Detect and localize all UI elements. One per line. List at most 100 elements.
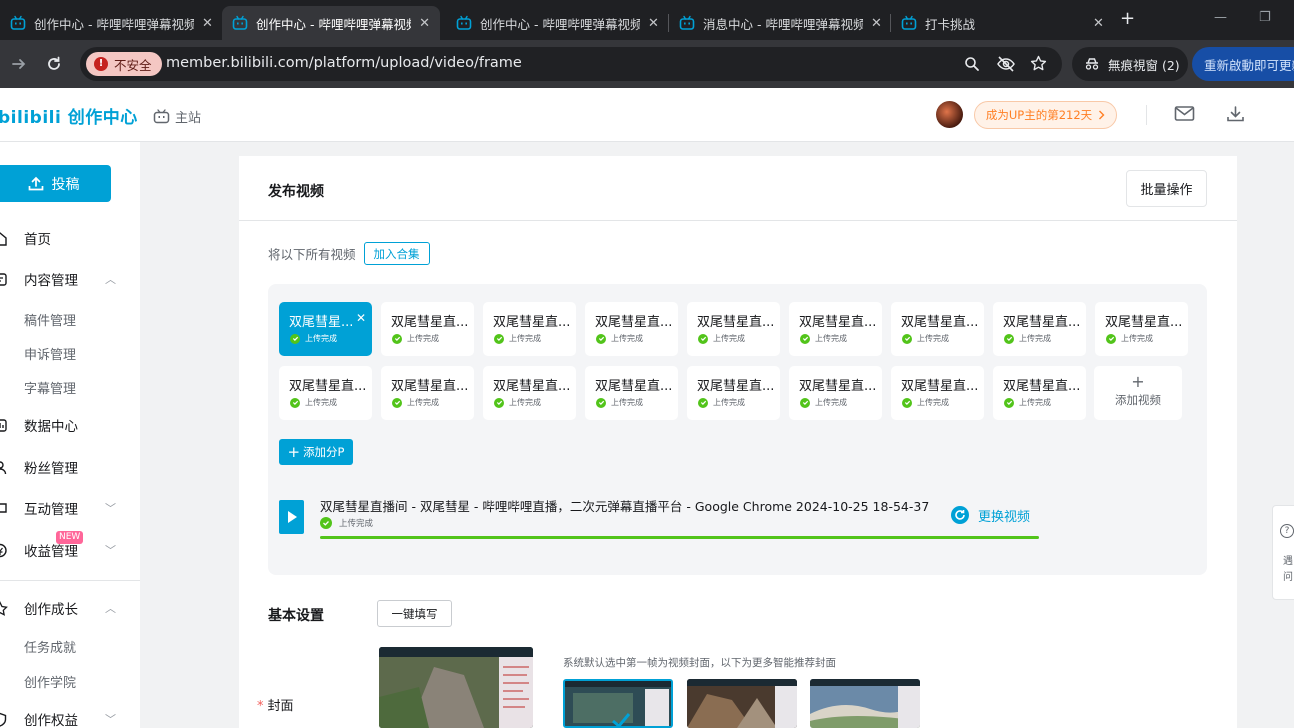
forward-icon[interactable] [10, 55, 28, 73]
cover-option-1[interactable] [563, 679, 673, 728]
minimize-icon[interactable]: — [1214, 10, 1227, 25]
browser-tab-2[interactable]: 创作中心 - 哔哩哔哩弹幕视频网 ✕ [222, 6, 440, 40]
cover-label-text: 封面 [267, 699, 294, 714]
download-icon[interactable] [1226, 105, 1245, 123]
close-tab-icon[interactable]: ✕ [1093, 16, 1104, 31]
security-label: 不安全 [114, 57, 152, 73]
upload-zone: 双尾彗星... 上传完成 ✕ 双尾彗星直... 上传完成 双尾彗星直... 上传完成 双尾彗星… [268, 284, 1207, 575]
sidebar-item-rights[interactable]: 创作权益 ﹀ [0, 709, 140, 728]
sidebar-item-interaction[interactable]: 互动管理 ﹀ [0, 498, 140, 518]
relaunch-update-button[interactable]: 重新啟動即可更新 [1192, 47, 1294, 81]
video-part-card[interactable]: 双尾彗星直... 上传完成 [687, 366, 780, 420]
zoom-search-icon[interactable] [964, 56, 980, 72]
replace-video-button[interactable]: 更换视频 [950, 505, 1030, 525]
sidebar-item-subtitles[interactable]: 字幕管理 [0, 377, 140, 397]
add-to-collection-button[interactable]: 加入合集 [363, 242, 430, 265]
sidebar-item-income[interactable]: 收益管理 NEW ﹀ [0, 531, 140, 560]
video-part-status: 上传完成 [290, 333, 337, 344]
video-part-card[interactable]: 双尾彗星直... 上传完成 [993, 302, 1086, 356]
browser-tab-3[interactable]: 创作中心 - 哔哩哔哩弹幕视频网 ✕ [446, 6, 669, 40]
post-button-label: 投稿 [51, 176, 80, 193]
video-part-status-label: 上传完成 [815, 334, 847, 343]
video-part-status-label: 上传完成 [509, 398, 541, 407]
header-divider [1146, 105, 1147, 125]
cover-option-2[interactable] [687, 679, 797, 728]
sidebar-item-label: 数据中心 [24, 419, 78, 435]
chevron-right-icon [1098, 110, 1105, 120]
sidebar-item-appeals[interactable]: 申诉管理 [0, 343, 140, 363]
cover-preview[interactable] [379, 647, 533, 728]
video-part-card[interactable]: 双尾彗星直... 上传完成 [891, 302, 984, 356]
check-circle-icon [698, 333, 708, 344]
close-tab-icon[interactable]: ✕ [871, 16, 882, 31]
video-part-card[interactable]: 双尾彗星直... 上传完成 [585, 366, 678, 420]
basic-settings-title: 基本设置 [268, 608, 324, 624]
video-part-card[interactable]: 双尾彗星直... 上传完成 [891, 366, 984, 420]
mail-icon[interactable] [1174, 105, 1195, 122]
feedback-side-tab[interactable]: ? 遇 问 [1272, 505, 1294, 600]
sidebar-item-growth[interactable]: 创作成长 ︿ [0, 598, 140, 618]
add-video-button[interactable]: + 添加视频 [1094, 366, 1182, 420]
sidebar-item-academy[interactable]: 创作学院 [0, 671, 140, 691]
incognito-chip[interactable]: 無痕視窗 (2) [1072, 47, 1188, 81]
sidebar-item-fans[interactable]: 粉丝管理 [0, 457, 140, 477]
sidebar-item-manuscripts[interactable]: 稿件管理 [0, 309, 140, 329]
sidebar-item-data[interactable]: 数据中心 [0, 415, 140, 435]
video-part-title: 双尾彗星... [289, 315, 353, 330]
url-text[interactable]: member.bilibili.com/platform/upload/vide… [166, 55, 522, 71]
video-part-card[interactable]: 双尾彗星直... 上传完成 [585, 302, 678, 356]
close-tab-icon[interactable]: ✕ [202, 16, 213, 31]
quick-fill-button[interactable]: 一键填写 [377, 600, 452, 627]
restore-icon[interactable]: ❐ [1259, 10, 1271, 25]
publish-video-card: 发布视频 批量操作 将以下所有视频 加入合集 双尾彗星... 上传完成 ✕ 双尾彗星直… [239, 156, 1237, 728]
sidebar-item-tasks[interactable]: 任务成就 [0, 636, 140, 656]
video-part-card[interactable]: 双尾彗星直... 上传完成 [789, 302, 882, 356]
video-part-title: 双尾彗星直... [595, 379, 673, 394]
cover-option-3[interactable] [810, 679, 920, 728]
video-part-card[interactable]: 双尾彗星直... 上传完成 [483, 302, 576, 356]
video-part-status: 上传完成 [698, 397, 745, 408]
close-tab-icon[interactable]: ✕ [648, 16, 659, 31]
sidebar-item-content[interactable]: 内容管理 ︿ [0, 269, 140, 289]
browser-tab-5[interactable]: 打卡挑战 ✕ [891, 6, 1114, 40]
video-part-title: 双尾彗星直... [391, 379, 469, 394]
bookmark-star-icon[interactable] [1030, 55, 1047, 72]
bilibili-tab-icon [232, 15, 248, 31]
browser-tab-4[interactable]: 消息中心 - 哔哩哔哩弹幕视频网 ✕ [669, 6, 892, 40]
post-button[interactable]: 投稿 [0, 165, 111, 202]
video-part-card[interactable]: 双尾彗星直... 上传完成 [1095, 302, 1188, 356]
video-part-status-label: 上传完成 [611, 398, 643, 407]
sidebar-item-home[interactable]: 首页 [0, 228, 140, 248]
video-part-card[interactable]: 双尾彗星直... 上传完成 [993, 366, 1086, 420]
data-icon [0, 418, 8, 433]
refresh-icon [950, 505, 970, 525]
reload-icon[interactable] [45, 55, 63, 73]
close-tab-icon[interactable]: ✕ [419, 16, 430, 31]
video-part-card[interactable]: 双尾彗星直... 上传完成 [687, 302, 780, 356]
avatar[interactable] [936, 101, 963, 128]
new-tab-icon[interactable]: + [1120, 8, 1135, 29]
check-circle-icon [290, 333, 300, 344]
video-part-card[interactable]: 双尾彗星直... 上传完成 [483, 366, 576, 420]
batch-operation-button[interactable]: 批量操作 [1126, 170, 1207, 207]
bilibili-logo[interactable]: bilibili 创作中心 [0, 103, 138, 128]
video-part-card[interactable]: 双尾彗星直... 上传完成 [381, 302, 474, 356]
security-chip[interactable]: ! 不安全 [86, 52, 162, 76]
video-part-card[interactable]: 双尾彗星直... 上传完成 [789, 366, 882, 420]
video-part-card[interactable]: 双尾彗星... 上传完成 ✕ [279, 302, 372, 356]
check-circle-icon [392, 333, 402, 344]
remove-part-icon[interactable]: ✕ [356, 311, 366, 325]
video-part-card[interactable]: 双尾彗星直... 上传完成 [279, 366, 372, 420]
browser-tab-1[interactable]: 创作中心 - 哔哩哔哩弹幕视频网 ✕ [0, 6, 223, 40]
main-site-link[interactable]: 主站 [153, 107, 201, 126]
add-part-button[interactable]: + 添加分P [279, 439, 353, 465]
address-bar[interactable]: ! 不安全 member.bilibili.com/platform/uploa… [80, 47, 1062, 81]
sidebar-item-label: 内容管理 [24, 273, 78, 289]
eye-off-icon[interactable] [996, 55, 1016, 73]
interaction-icon [0, 501, 8, 516]
video-part-card[interactable]: 双尾彗星直... 上传完成 [381, 366, 474, 420]
check-circle-icon [800, 397, 810, 408]
required-mark: * [257, 699, 264, 714]
up-days-badge[interactable]: 成为UP主的第212天 [974, 101, 1117, 129]
incognito-label: 無痕視窗 (2) [1108, 57, 1180, 73]
